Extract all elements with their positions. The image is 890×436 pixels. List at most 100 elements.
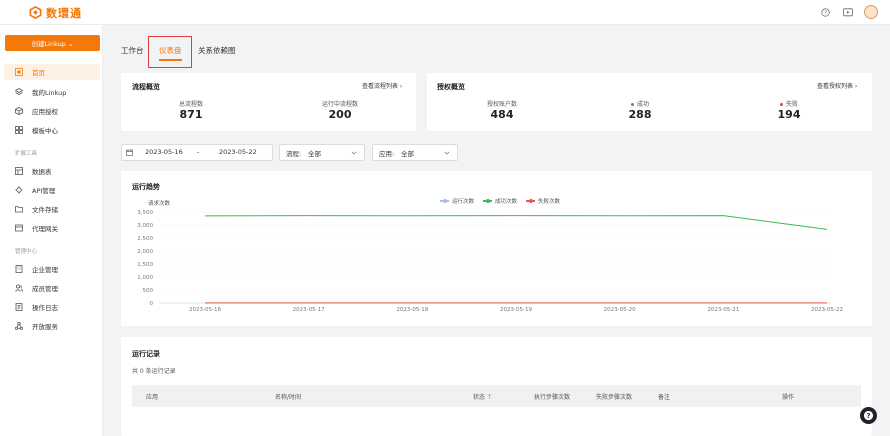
sidebar-item-label: 成员管理 <box>32 285 58 293</box>
sidebar-item-label: 首页 <box>32 69 45 77</box>
stat-value: 484 <box>490 108 514 121</box>
y-tick-label: 0 <box>150 301 154 307</box>
brand-logo[interactable]: 数環通 <box>29 5 82 20</box>
x-tick-label: 2023-05-22 <box>811 307 843 313</box>
view-flow-list-link[interactable]: 查看流程列表 › <box>362 81 402 90</box>
stat-value: 200 <box>328 108 352 121</box>
column-header-failed-steps: 失败步骤次数 <box>596 394 633 401</box>
svg-text:?: ? <box>824 10 827 16</box>
sidebar-item-label: 模板中心 <box>32 127 58 135</box>
sidebar-item-templates[interactable]: 模板中心 <box>4 122 100 138</box>
flow-select-value: 全部 <box>308 150 321 158</box>
home-icon <box>15 68 23 76</box>
x-tick-label: 2023-05-16 <box>189 307 221 313</box>
flow-overview-title: 流程概览 <box>132 83 160 91</box>
y-tick-label: 3,000 <box>137 223 153 229</box>
svg-text:?: ? <box>867 412 871 420</box>
stat-label: 运行中流程数 <box>321 101 358 108</box>
app-select[interactable]: 应用: 全部 <box>372 144 458 161</box>
chevron-down-icon <box>351 151 357 155</box>
date-range-picker[interactable]: 2023-05-16 - 2023-05-22 <box>121 144 273 161</box>
sidebar-item-file-storage[interactable]: 文件存储 <box>4 201 100 217</box>
date-end[interactable]: 2023-05-22 <box>219 148 257 156</box>
sidebar-item-data-table[interactable]: 数据表 <box>4 163 100 179</box>
sidebar-item-api[interactable]: API管理 <box>4 182 100 198</box>
y-tick-label: 2,500 <box>137 236 153 242</box>
sidebar-item-home[interactable]: 首页 <box>4 64 100 80</box>
failed-dot <box>779 103 783 106</box>
tab-workbench[interactable]: 工作台 <box>121 45 144 56</box>
date-start[interactable]: 2023-05-16 <box>145 148 183 156</box>
y-axis-label: 请求次数 <box>148 199 171 207</box>
gateway-icon <box>15 224 23 232</box>
x-tick-label: 2023-05-21 <box>707 307 739 313</box>
run-trend-chart: 请求次数 0 500 1,000 1,500 2,000 2,500 3,000 3,500 20… <box>137 199 843 313</box>
stat-label: 总流程数 <box>178 101 203 108</box>
sidebar-item-my-linkup[interactable]: 我的Linkup <box>4 84 100 100</box>
y-tick-label: 2,000 <box>137 249 153 255</box>
stat-label: 授权账户数 <box>486 101 517 108</box>
x-tick-label: 2023-05-19 <box>500 307 532 313</box>
top-bar: 数環通 ? <box>0 0 890 25</box>
sidebar-item-label: 应用授权 <box>32 108 58 116</box>
sidebar-item-label: 开放服务 <box>32 323 58 331</box>
sidebar-item-label: 代理网关 <box>32 225 58 233</box>
flow-select-label: 流程: <box>286 150 302 158</box>
nav-group-extend: 扩展工具 <box>15 151 38 157</box>
stat-value: 194 <box>777 108 801 121</box>
sidebar-item-label: 文件存储 <box>32 206 58 214</box>
column-header-status[interactable]: 状态 ⊤ <box>473 392 492 401</box>
cube-icon <box>15 107 23 115</box>
help-float-button[interactable]: ? <box>860 407 877 424</box>
user-avatar[interactable] <box>864 5 878 19</box>
table-icon <box>15 167 23 175</box>
stat-label-failed: 失败 <box>764 99 814 108</box>
message-icon[interactable] <box>842 7 853 18</box>
layers-icon <box>15 88 23 96</box>
records-count: 共 0 条运行记录 <box>132 368 176 375</box>
y-tick-label: 1,500 <box>137 262 153 268</box>
column-header-name-time: 名称/时间 <box>275 394 302 401</box>
y-tick-label: 3,500 <box>137 210 153 216</box>
column-header-remark: 备注 <box>658 394 671 401</box>
share-icon <box>15 322 23 330</box>
grid-icon <box>15 126 23 134</box>
y-tick-label: 1,000 <box>137 275 153 281</box>
users-icon <box>15 284 23 292</box>
stat-value: 288 <box>628 108 652 121</box>
api-icon <box>15 186 23 194</box>
help-icon[interactable]: ? <box>820 7 831 18</box>
calendar-icon <box>126 149 133 158</box>
sidebar-item-app-auth[interactable]: 应用授权 <box>4 103 100 119</box>
log-icon <box>15 303 23 311</box>
folder-icon <box>15 205 23 213</box>
sidebar-item-open-service[interactable]: 开放服务 <box>4 318 100 334</box>
tab-dependency-graph[interactable]: 关系依赖图 <box>198 45 236 56</box>
sidebar-item-enterprise[interactable]: 企业管理 <box>4 261 100 277</box>
x-tick-label: 2023-05-18 <box>396 307 428 313</box>
sidebar-item-gateway[interactable]: 代理网关 <box>4 220 100 236</box>
date-separator: - <box>197 148 200 156</box>
success-dot <box>630 103 634 106</box>
sidebar-item-label: API管理 <box>32 187 56 195</box>
records-title: 运行记录 <box>132 350 160 358</box>
column-header-actions: 操作 <box>782 394 795 401</box>
y-tick-label: 500 <box>143 288 154 294</box>
question-icon: ? <box>863 410 874 421</box>
brand-name: 数環通 <box>46 6 82 20</box>
series-line-1 <box>204 215 828 230</box>
nav-group-manage: 管理中心 <box>15 249 38 255</box>
records-table-header <box>132 385 861 407</box>
sidebar-item-logs[interactable]: 操作日志 <box>4 299 100 315</box>
brand-logo-icon <box>29 6 42 19</box>
sidebar-item-label: 数据表 <box>32 168 52 176</box>
flow-select[interactable]: 流程: 全部 <box>279 144 365 161</box>
sidebar-item-members[interactable]: 成员管理 <box>4 280 100 296</box>
column-header-exec-steps: 执行步骤次数 <box>534 394 571 401</box>
app-select-label: 应用: <box>379 150 395 158</box>
view-auth-list-link[interactable]: 查看授权列表 › <box>817 81 857 90</box>
chevron-down-icon <box>444 151 450 155</box>
stat-label-success: 成功 <box>615 99 665 108</box>
create-linkup-button[interactable]: 创建Linkup ⌄ <box>5 35 100 51</box>
column-header-app: 应用 <box>146 394 159 401</box>
